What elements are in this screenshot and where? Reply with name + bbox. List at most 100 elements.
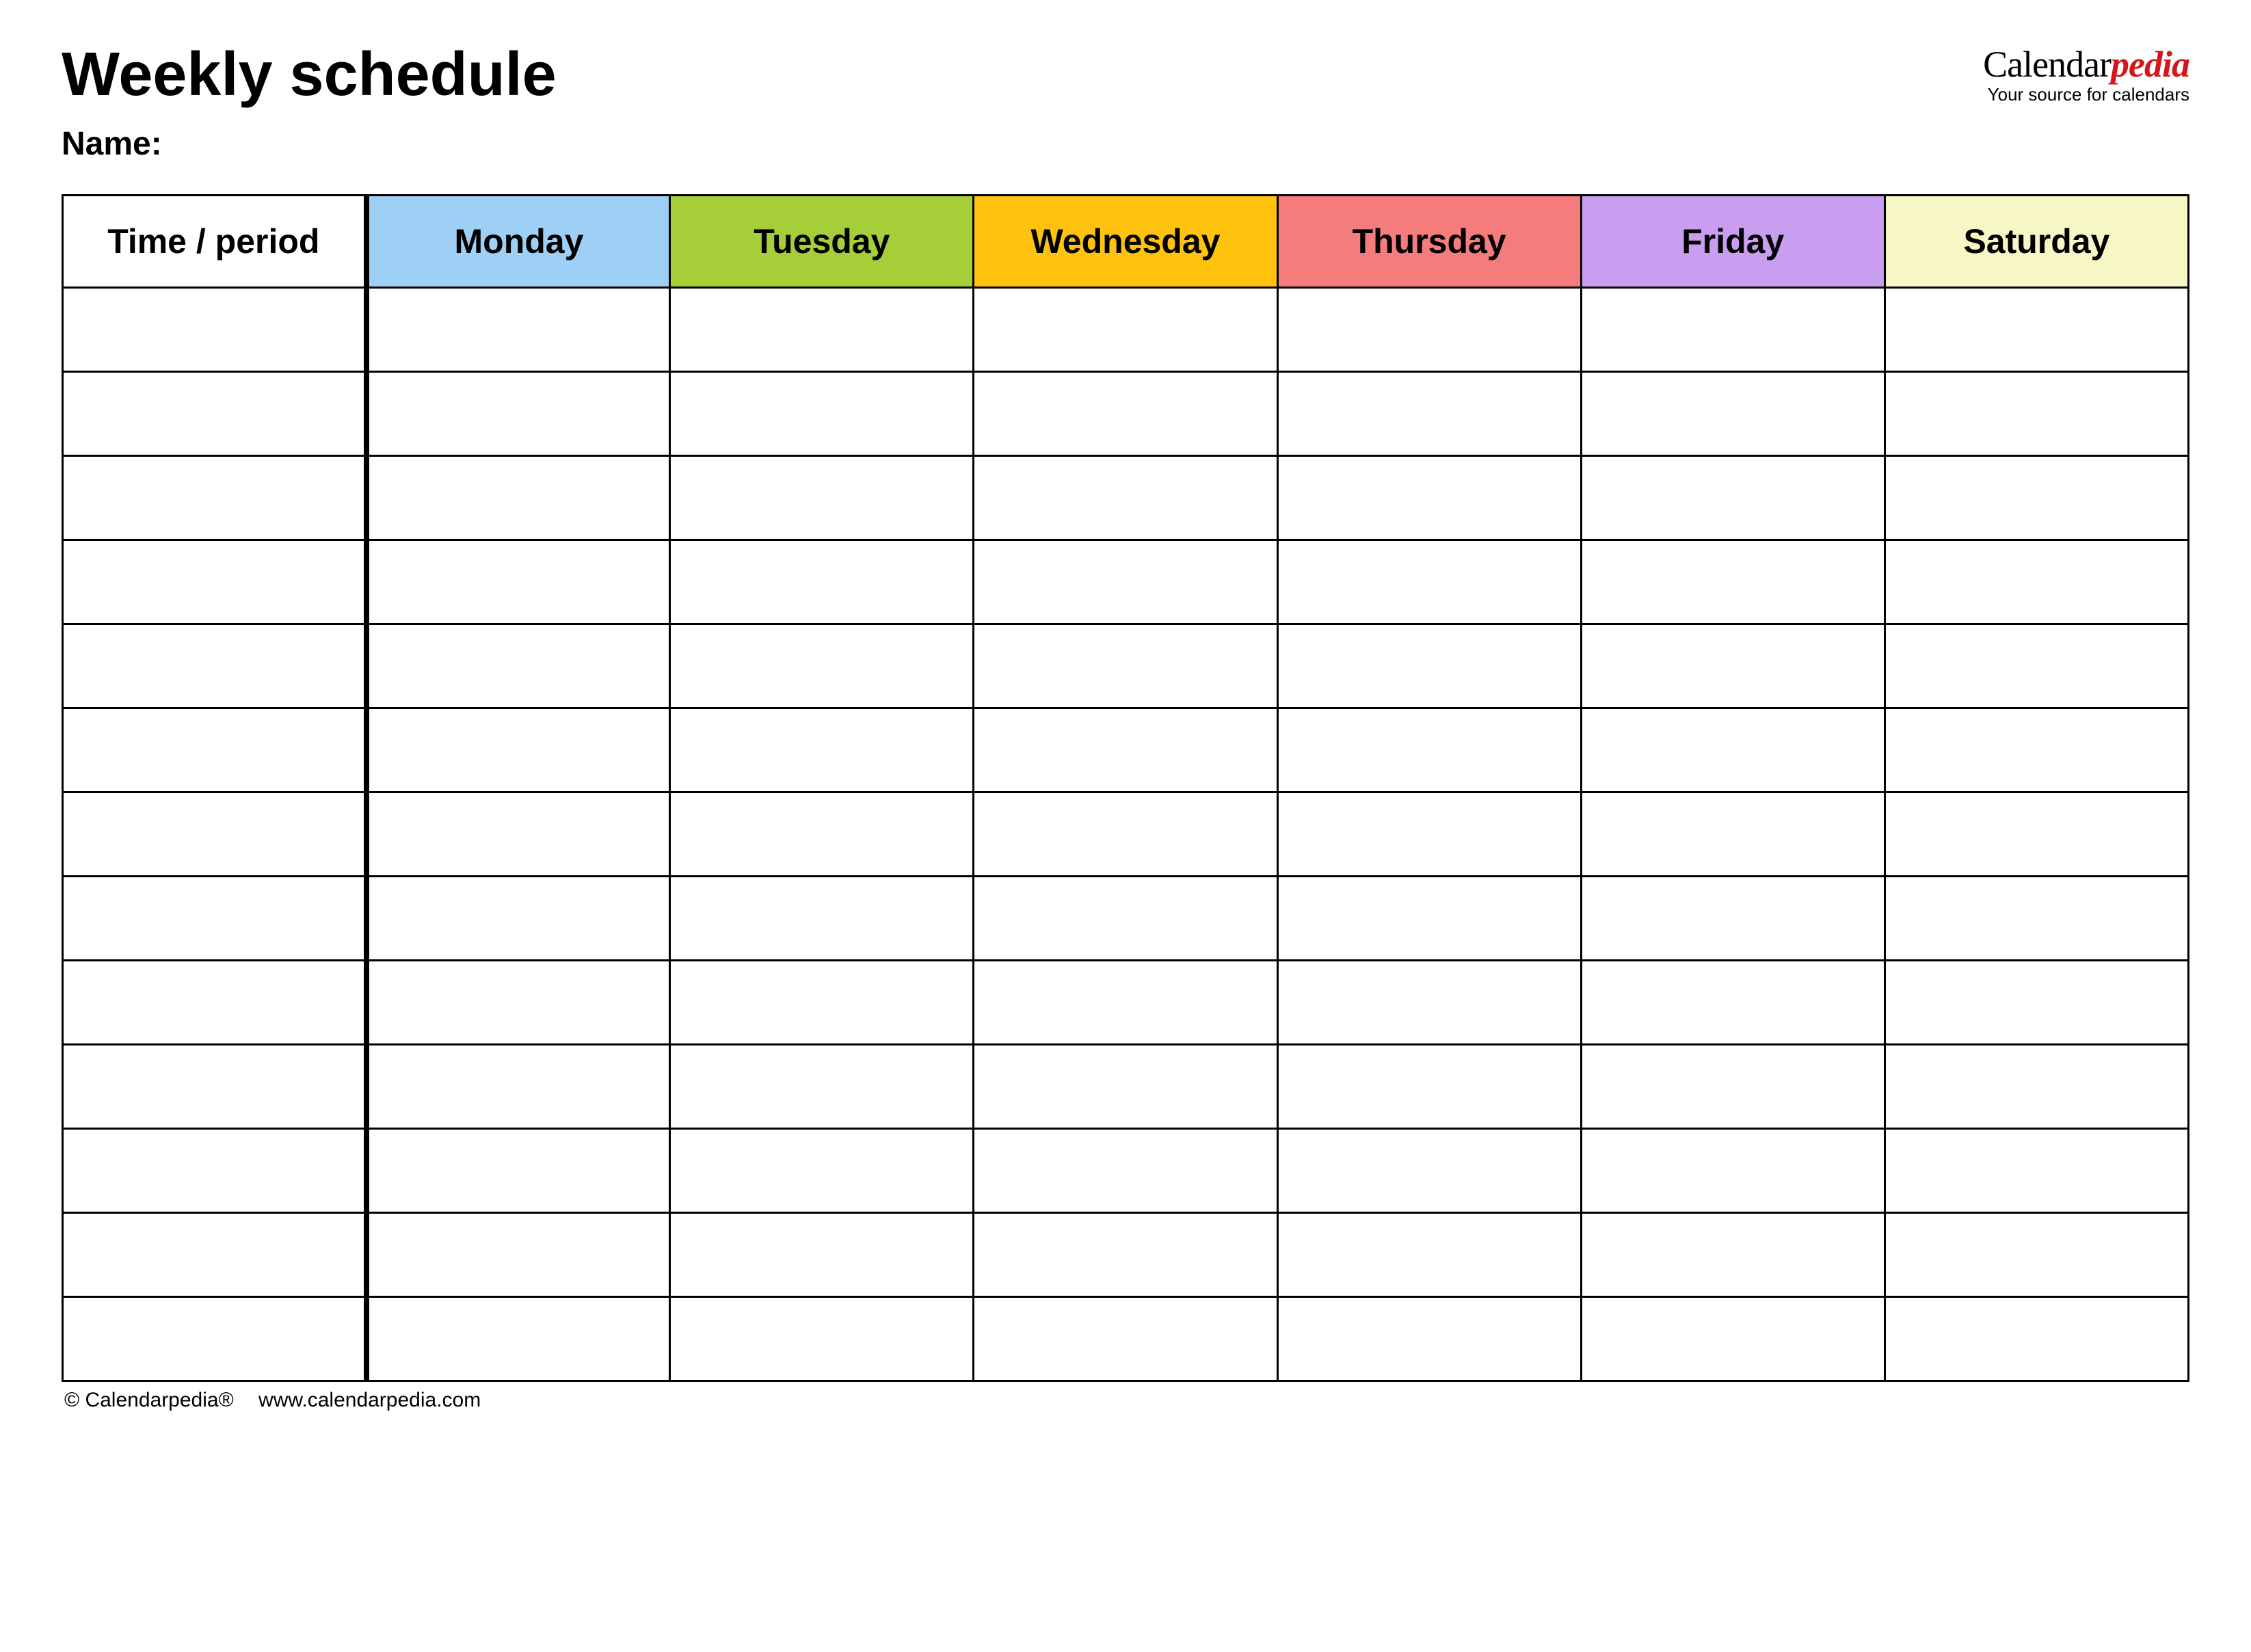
time-cell[interactable]	[63, 540, 367, 624]
schedule-cell[interactable]	[1277, 1213, 1581, 1297]
schedule-cell[interactable]	[1884, 1129, 2188, 1213]
time-cell[interactable]	[63, 1213, 367, 1297]
schedule-cell[interactable]	[670, 1213, 974, 1297]
header-row: Time / period Monday Tuesday Wednesday T…	[63, 196, 2189, 288]
schedule-cell[interactable]	[1581, 1213, 1884, 1297]
schedule-cell[interactable]	[1277, 624, 1581, 708]
schedule-cell[interactable]	[1884, 1213, 2188, 1297]
schedule-cell[interactable]	[367, 961, 670, 1045]
schedule-cell[interactable]	[1581, 624, 1884, 708]
schedule-cell[interactable]	[367, 372, 670, 456]
time-cell[interactable]	[63, 708, 367, 792]
schedule-cell[interactable]	[974, 1213, 1277, 1297]
schedule-cell[interactable]	[1581, 372, 1884, 456]
schedule-cell[interactable]	[670, 1045, 974, 1129]
schedule-cell[interactable]	[670, 540, 974, 624]
schedule-cell[interactable]	[1581, 288, 1884, 372]
table-row	[63, 877, 2189, 961]
schedule-cell[interactable]	[1277, 961, 1581, 1045]
time-cell[interactable]	[63, 372, 367, 456]
schedule-cell[interactable]	[670, 1297, 974, 1381]
schedule-cell[interactable]	[367, 792, 670, 877]
schedule-cell[interactable]	[974, 792, 1277, 877]
time-cell[interactable]	[63, 961, 367, 1045]
schedule-cell[interactable]	[367, 1129, 670, 1213]
schedule-cell[interactable]	[670, 372, 974, 456]
schedule-cell[interactable]	[974, 624, 1277, 708]
schedule-cell[interactable]	[1884, 288, 2188, 372]
schedule-cell[interactable]	[974, 540, 1277, 624]
schedule-table-wrap: Time / period Monday Tuesday Wednesday T…	[62, 194, 2189, 1382]
schedule-cell[interactable]	[367, 1297, 670, 1381]
schedule-cell[interactable]	[1884, 540, 2188, 624]
schedule-cell[interactable]	[1277, 708, 1581, 792]
schedule-cell[interactable]	[1581, 1129, 1884, 1213]
schedule-cell[interactable]	[367, 1213, 670, 1297]
schedule-cell[interactable]	[670, 1129, 974, 1213]
schedule-cell[interactable]	[1581, 540, 1884, 624]
schedule-cell[interactable]	[974, 1045, 1277, 1129]
page: Weekly schedule Calendarpedia Your sourc…	[0, 0, 2251, 1652]
schedule-cell[interactable]	[670, 877, 974, 961]
schedule-cell[interactable]	[1277, 1129, 1581, 1213]
schedule-cell[interactable]	[670, 456, 974, 540]
time-cell[interactable]	[63, 1045, 367, 1129]
time-cell[interactable]	[63, 456, 367, 540]
schedule-cell[interactable]	[367, 540, 670, 624]
schedule-cell[interactable]	[1884, 708, 2188, 792]
time-cell[interactable]	[63, 1129, 367, 1213]
time-cell[interactable]	[63, 288, 367, 372]
schedule-cell[interactable]	[1581, 792, 1884, 877]
time-cell[interactable]	[63, 624, 367, 708]
schedule-cell[interactable]	[1277, 372, 1581, 456]
schedule-cell[interactable]	[1884, 1045, 2188, 1129]
schedule-cell[interactable]	[1581, 877, 1884, 961]
schedule-cell[interactable]	[974, 288, 1277, 372]
schedule-cell[interactable]	[1581, 961, 1884, 1045]
schedule-cell[interactable]	[367, 1045, 670, 1129]
time-cell[interactable]	[63, 877, 367, 961]
schedule-cell[interactable]	[1884, 877, 2188, 961]
schedule-cell[interactable]	[1581, 456, 1884, 540]
time-cell[interactable]	[63, 1297, 367, 1381]
schedule-cell[interactable]	[367, 288, 670, 372]
schedule-cell[interactable]	[670, 961, 974, 1045]
schedule-cell[interactable]	[1884, 624, 2188, 708]
schedule-cell[interactable]	[974, 1297, 1277, 1381]
schedule-cell[interactable]	[1884, 1297, 2188, 1381]
schedule-cell[interactable]	[974, 708, 1277, 792]
schedule-cell[interactable]	[974, 1129, 1277, 1213]
schedule-cell[interactable]	[670, 288, 974, 372]
schedule-cell[interactable]	[1884, 792, 2188, 877]
day-header-thursday: Thursday	[1277, 196, 1581, 288]
schedule-cell[interactable]	[1581, 1045, 1884, 1129]
footer: © Calendarpedia® www.calendarpedia.com	[62, 1389, 2189, 1412]
schedule-cell[interactable]	[1277, 1297, 1581, 1381]
schedule-cell[interactable]	[974, 877, 1277, 961]
schedule-cell[interactable]	[1581, 1297, 1884, 1381]
schedule-cell[interactable]	[1884, 456, 2188, 540]
schedule-cell[interactable]	[670, 624, 974, 708]
schedule-cell[interactable]	[1277, 288, 1581, 372]
schedule-cell[interactable]	[367, 877, 670, 961]
schedule-cell[interactable]	[1884, 961, 2188, 1045]
schedule-cell[interactable]	[974, 456, 1277, 540]
time-cell[interactable]	[63, 792, 367, 877]
schedule-cell[interactable]	[1277, 540, 1581, 624]
schedule-cell[interactable]	[1581, 708, 1884, 792]
schedule-cell[interactable]	[974, 372, 1277, 456]
schedule-cell[interactable]	[1277, 792, 1581, 877]
schedule-cell[interactable]	[670, 792, 974, 877]
day-header-saturday: Saturday	[1884, 196, 2188, 288]
schedule-cell[interactable]	[974, 961, 1277, 1045]
schedule-cell[interactable]	[1884, 372, 2188, 456]
schedule-cell[interactable]	[367, 456, 670, 540]
schedule-cell[interactable]	[1277, 456, 1581, 540]
schedule-cell[interactable]	[1277, 1045, 1581, 1129]
brand-part2: pedia	[2111, 44, 2189, 85]
schedule-cell[interactable]	[1277, 877, 1581, 961]
time-period-header: Time / period	[63, 196, 367, 288]
schedule-cell[interactable]	[367, 708, 670, 792]
schedule-cell[interactable]	[670, 708, 974, 792]
schedule-cell[interactable]	[367, 624, 670, 708]
